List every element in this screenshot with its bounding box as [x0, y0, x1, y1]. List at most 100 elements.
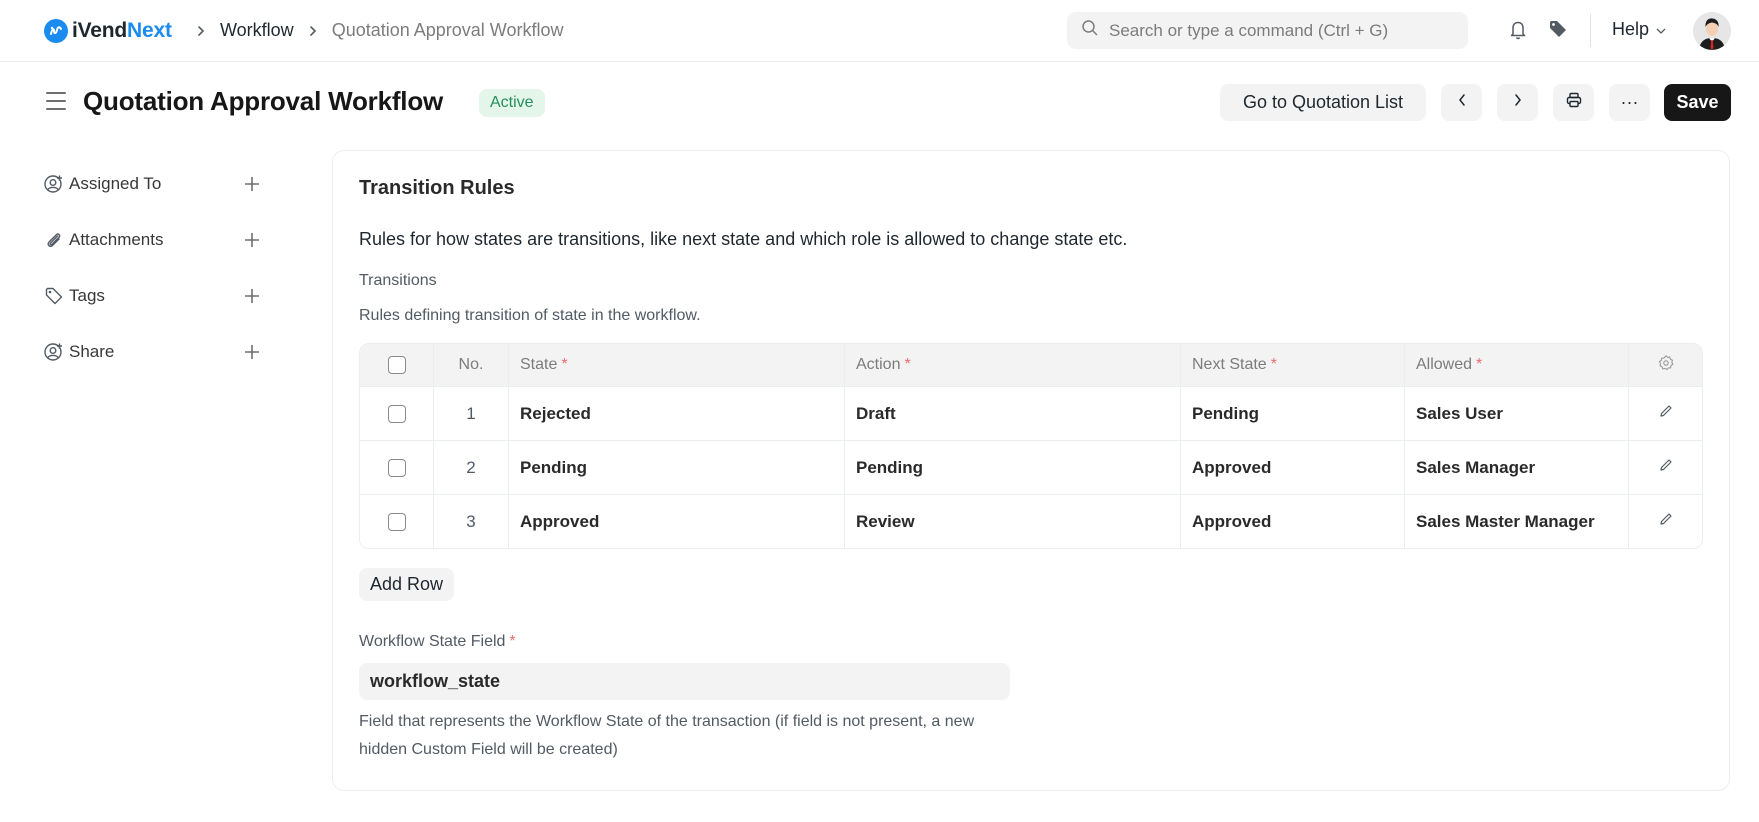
search-icon [1081, 19, 1099, 42]
printer-icon [1565, 91, 1583, 114]
required-marker: * [904, 356, 911, 373]
add-assignment-plus-icon[interactable] [241, 173, 263, 195]
cell-allowed[interactable]: Sales Master Manager [1405, 495, 1629, 548]
sidebar-item-label: Share [69, 342, 115, 361]
edit-pencil-icon[interactable] [1658, 511, 1674, 532]
field-label-text: Workflow State Field [359, 633, 506, 650]
edit-pencil-icon[interactable] [1658, 457, 1674, 478]
row-checkbox[interactable] [387, 458, 406, 477]
column-header-label: Allowed [1416, 356, 1473, 373]
user-add-icon [44, 174, 64, 194]
sidebar-item-label: Tags [69, 286, 105, 305]
help-dropdown[interactable]: Help [1612, 19, 1667, 40]
sidebar-toggle-icon[interactable] [46, 92, 66, 116]
brand-logo-link[interactable]: iVendNext [44, 19, 172, 43]
previous-document-button[interactable] [1441, 84, 1482, 121]
next-document-button[interactable] [1497, 84, 1538, 121]
save-button[interactable]: Save [1664, 84, 1731, 121]
workflow-state-field-help: Field that represents the Workflow State… [359, 713, 975, 758]
gear-icon[interactable] [1657, 354, 1675, 377]
cell-next-state[interactable]: Pending [1181, 387, 1405, 440]
page-title: Quotation Approval Workflow [83, 86, 444, 116]
navbar-divider [1590, 14, 1591, 47]
bell-icon[interactable] [1508, 19, 1528, 41]
row-select-cell [360, 441, 434, 494]
chevron-right-icon [1513, 92, 1523, 113]
cell-state[interactable]: Rejected [509, 387, 845, 440]
paperclip-icon [44, 230, 64, 250]
cell-next-state[interactable]: Approved [1181, 441, 1405, 494]
add-row-button[interactable]: Add Row [359, 568, 455, 601]
section-title: Transition Rules [359, 177, 515, 199]
add-attachment-plus-icon[interactable] [241, 229, 263, 251]
add-share-plus-icon[interactable] [241, 341, 263, 363]
go-to-quotation-list-button[interactable]: Go to Quotation List [1220, 84, 1426, 121]
row-select-cell [360, 495, 434, 548]
cell-state[interactable]: Pending [509, 441, 845, 494]
tag-icon[interactable] [1548, 19, 1568, 39]
cell-action[interactable]: Pending [845, 441, 1181, 494]
table-row[interactable]: 2 Pending Pending Approved Sales Manager [360, 440, 1702, 494]
select-all-checkbox[interactable] [387, 356, 406, 374]
table-row[interactable]: 1 Rejected Draft Pending Sales User [360, 386, 1702, 440]
transitions-table: No. State * Action * Next State * Allowed * … [359, 343, 1703, 549]
column-header-action[interactable]: Action * [845, 344, 1181, 386]
row-edit-cell [1629, 441, 1702, 494]
brand-logo-icon [44, 19, 68, 43]
awesomebar-search[interactable] [1067, 12, 1468, 49]
add-tag-plus-icon[interactable] [241, 285, 263, 307]
transition-rules-section: Transition Rules Rules for how states ar… [332, 150, 1730, 791]
cell-action[interactable]: Draft [845, 387, 1181, 440]
row-number: 2 [434, 441, 509, 494]
sidebar-item-attachments[interactable]: Attachments [44, 225, 274, 255]
cell-action[interactable]: Review [845, 495, 1181, 548]
cell-next-state[interactable]: Approved [1181, 495, 1405, 548]
more-actions-button[interactable]: ··· [1609, 84, 1650, 121]
more-horizontal-icon: ··· [1620, 92, 1639, 112]
row-checkbox[interactable] [387, 404, 406, 423]
column-header-next-state[interactable]: Next State * [1181, 344, 1405, 386]
column-header-allowed[interactable]: Allowed * [1405, 344, 1629, 386]
edit-pencil-icon[interactable] [1658, 403, 1674, 424]
sidebar-item-assigned-to[interactable]: Assigned To [44, 169, 274, 199]
help-label: Help [1612, 19, 1650, 39]
row-select-cell [360, 387, 434, 440]
search-input[interactable] [1109, 20, 1449, 41]
brand-name-part2: Next [127, 19, 172, 42]
row-number: 3 [434, 495, 509, 548]
column-header-label: State [520, 356, 558, 373]
user-avatar[interactable] [1693, 12, 1731, 50]
column-settings-cell [1629, 344, 1702, 386]
table-row[interactable]: 3 Approved Review Approved Sales Master … [360, 494, 1702, 548]
top-navbar: iVendNext Workflow Quotation Approval Wo… [0, 0, 1759, 62]
section-description: Rules for how states are transitions, li… [359, 229, 1128, 249]
cell-state[interactable]: Approved [509, 495, 845, 548]
column-header-no: No. [434, 344, 509, 386]
breadcrumb-workflow[interactable]: Workflow [220, 20, 294, 41]
breadcrumb-current[interactable]: Quotation Approval Workflow [332, 20, 564, 41]
chevron-down-icon [1655, 19, 1667, 40]
cell-allowed[interactable]: Sales User [1405, 387, 1629, 440]
workflow-state-field-input[interactable] [359, 663, 1010, 700]
share-user-icon [44, 342, 64, 362]
chevron-left-icon [1457, 92, 1467, 113]
row-number: 1 [434, 387, 509, 440]
row-checkbox[interactable] [387, 512, 406, 531]
status-badge: Active [479, 89, 545, 117]
required-marker: * [561, 356, 568, 373]
column-header-state[interactable]: State * [509, 344, 845, 386]
workflow-state-field-label: Workflow State Field * [359, 633, 516, 651]
table-header-row: No. State * Action * Next State * Allowed * [360, 344, 1702, 386]
column-header-label: Next State [1192, 356, 1267, 373]
brand-name-part1: iVend [72, 19, 128, 42]
sidebar-item-label: Attachments [69, 230, 164, 249]
sidebar-item-tags[interactable]: Tags [44, 281, 274, 311]
chevron-right-icon [308, 25, 318, 37]
chevron-right-icon [196, 25, 206, 37]
page-head: Quotation Approval Workflow Active Go to… [0, 62, 1759, 142]
print-button[interactable] [1553, 84, 1594, 121]
required-marker: * [509, 633, 516, 650]
cell-allowed[interactable]: Sales Manager [1405, 441, 1629, 494]
sidebar-item-share[interactable]: Share [44, 337, 274, 367]
row-edit-cell [1629, 495, 1702, 548]
